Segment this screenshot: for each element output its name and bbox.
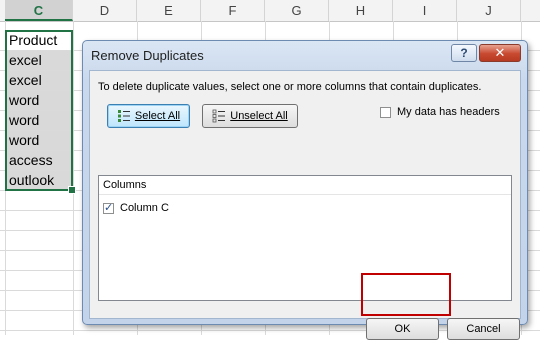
dialog-title: Remove Duplicates [91,48,204,63]
column-header-row: C D E F G H I J [0,0,540,22]
cancel-label: Cancel [466,323,501,335]
unselect-all-icon [212,109,226,123]
headers-checkbox-label: My data has headers [397,106,500,118]
select-all-label: Select All [134,110,181,122]
selection-border [5,30,73,191]
dialog-body: To delete duplicate values, select one o… [89,70,521,340]
column-header-j[interactable]: J [457,0,521,21]
headers-checkbox[interactable] [380,106,391,118]
column-c-checkbox[interactable] [103,201,114,214]
instructions-text: To delete duplicate values, select one o… [98,81,482,93]
column-header-c[interactable]: C [5,0,73,21]
cancel-button[interactable]: Cancel [447,318,520,340]
unselect-all-label: Unselect All [230,110,288,122]
grid-line [73,21,74,335]
columns-list-header: Columns [99,176,511,195]
fill-handle[interactable] [68,186,76,194]
column-item[interactable]: Column C [103,201,169,214]
column-header-d[interactable]: D [73,0,137,21]
unselect-all-button[interactable]: Unselect All [202,104,298,128]
ok-highlight-annotation [361,273,451,316]
ok-label: OK [394,323,411,335]
column-header-g[interactable]: G [265,0,329,21]
remove-duplicates-dialog: Remove Duplicates ? ✕ To delete duplicat… [82,40,528,340]
column-header-f[interactable]: F [201,0,265,21]
column-c-label: Column C [120,202,169,214]
ok-button[interactable]: OK [366,318,439,340]
headers-checkbox-row[interactable]: My data has headers [380,106,500,118]
help-button[interactable]: ? [451,44,477,62]
select-all-icon [117,110,130,122]
column-header-i[interactable]: I [393,0,457,21]
column-header-h[interactable]: H [329,0,393,21]
select-all-button[interactable]: Select All [107,104,190,128]
close-button[interactable]: ✕ [479,44,521,62]
column-header-e[interactable]: E [137,0,201,21]
